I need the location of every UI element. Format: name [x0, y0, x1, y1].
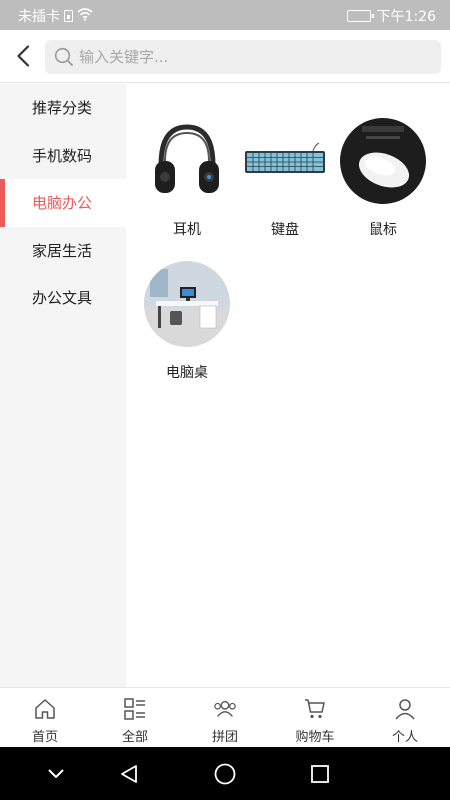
search-input[interactable] — [79, 48, 419, 66]
status-right: 下午1:26 — [346, 6, 436, 26]
system-nav-bar — [0, 747, 450, 800]
sidebar-item-computer-office[interactable]: 电脑办公 — [0, 179, 126, 227]
subcategory-label: 鼠标 — [369, 222, 397, 238]
tab-group-buy[interactable]: 拼团 — [180, 688, 270, 747]
collapse-button[interactable] — [43, 761, 69, 787]
wifi-icon — [77, 7, 93, 25]
computer-desk-image — [144, 261, 230, 347]
back-triangle-icon — [121, 765, 137, 783]
recents-square-icon — [311, 765, 329, 783]
battery-icon — [346, 10, 374, 22]
category-content: 耳机 键盘 鼠标 电脑桌 — [126, 84, 450, 687]
bottom-tab-bar: 首页 全部 拼团 购物车 个人 — [0, 687, 450, 747]
sidebar-item-label: 手机数码 — [32, 146, 93, 165]
subcategory-keyboard[interactable]: 键盘 — [236, 118, 334, 261]
list-icon — [123, 697, 147, 721]
collapse-icon — [48, 769, 64, 778]
sidebar-item-phones-digital[interactable]: 手机数码 — [0, 132, 126, 180]
tab-label: 个人 — [391, 730, 418, 745]
sidebar-item-home-living[interactable]: 家居生活 — [0, 227, 126, 275]
system-recents-button[interactable] — [307, 761, 333, 787]
keyboard-image — [242, 118, 328, 204]
mouse-image — [340, 118, 426, 204]
subcategory-mouse[interactable]: 鼠标 — [334, 118, 432, 261]
chevron-left-icon — [17, 45, 30, 67]
cart-icon — [303, 697, 327, 721]
tab-label: 拼团 — [211, 730, 238, 745]
subcategory-label: 电脑桌 — [166, 365, 208, 381]
subcategory-label: 耳机 — [173, 222, 201, 238]
tab-all[interactable]: 全部 — [90, 688, 180, 747]
tab-cart[interactable]: 购物车 — [270, 688, 360, 747]
headphones-image — [144, 118, 230, 204]
group-icon — [213, 697, 237, 721]
status-bar: 未插卡 下午1:26 — [0, 0, 450, 30]
home-icon — [33, 697, 57, 721]
sidebar-item-recommended[interactable]: 推荐分类 — [0, 84, 126, 132]
tab-label: 全部 — [121, 730, 148, 745]
system-back-button[interactable] — [116, 761, 142, 787]
clock-text: 下午1:26 — [376, 9, 436, 25]
sidebar-item-label: 家居生活 — [32, 241, 93, 260]
subcategory-grid: 耳机 键盘 鼠标 电脑桌 — [138, 118, 438, 404]
subcategory-headphones[interactable]: 耳机 — [138, 118, 236, 261]
home-circle-icon — [214, 763, 236, 785]
tab-label: 首页 — [31, 730, 58, 745]
sidebar-item-office-stationery[interactable]: 办公文具 — [0, 274, 126, 322]
search-icon — [54, 47, 74, 67]
carrier-text: 未插卡 — [18, 9, 60, 25]
back-button[interactable] — [10, 41, 36, 71]
sidebar-item-label: 推荐分类 — [32, 99, 93, 118]
tab-label: 购物车 — [295, 730, 335, 745]
user-icon — [393, 697, 417, 721]
tab-home[interactable]: 首页 — [0, 688, 90, 747]
sidebar-item-label: 电脑办公 — [32, 194, 93, 213]
sim-icon — [64, 10, 73, 22]
status-left: 未插卡 — [18, 6, 93, 26]
subcategory-label: 键盘 — [271, 222, 299, 238]
search-bar[interactable] — [45, 40, 441, 74]
sidebar-item-label: 办公文具 — [32, 289, 93, 308]
category-sidebar: 推荐分类 手机数码 电脑办公 家居生活 办公文具 — [0, 84, 126, 687]
top-header — [0, 30, 450, 83]
tab-profile[interactable]: 个人 — [360, 688, 450, 747]
system-home-button[interactable] — [212, 761, 238, 787]
subcategory-computer-desk[interactable]: 电脑桌 — [138, 261, 236, 404]
